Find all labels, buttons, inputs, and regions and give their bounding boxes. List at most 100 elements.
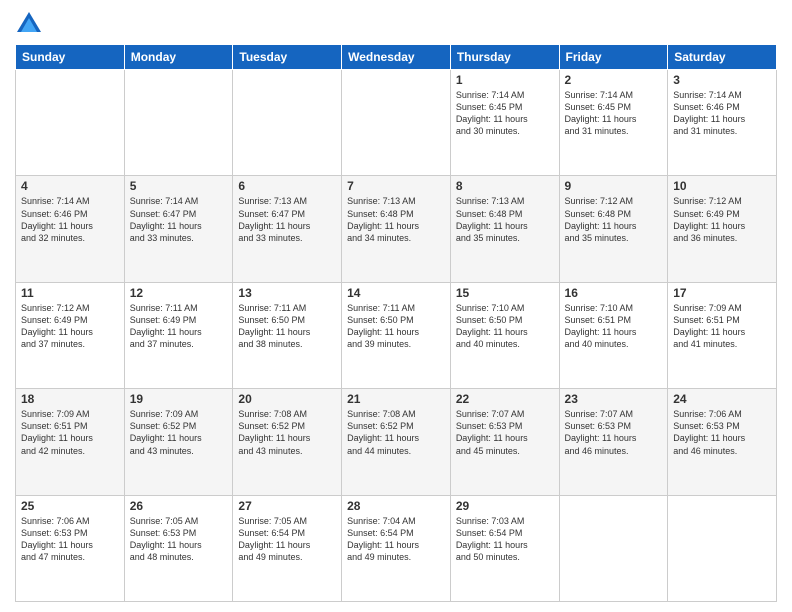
day-info: Sunrise: 7:08 AM Sunset: 6:52 PM Dayligh… <box>347 408 445 457</box>
day-number: 6 <box>238 179 336 193</box>
calendar-cell: 4 Sunrise: 7:14 AM Sunset: 6:46 PM Daylig… <box>16 176 125 282</box>
calendar-cell: 28 Sunrise: 7:04 AM Sunset: 6:54 PM Dayli… <box>342 495 451 601</box>
calendar-cell: 9Sunrise: 7:12 AM Sunset: 6:48 PM Daylig… <box>559 176 668 282</box>
day-number: 10 <box>673 179 771 193</box>
day-number: 4 <box>21 179 119 193</box>
calendar-cell: 20 Sunrise: 7:08 AM Sunset: 6:52 PM Dayli… <box>233 389 342 495</box>
day-info: Sunrise: 7:14 AM Sunset: 6:47 PM Dayligh… <box>130 195 228 244</box>
day-number: 12 <box>130 286 228 300</box>
week-row-4: 18 Sunrise: 7:09 AM Sunset: 6:51 PM Dayli… <box>16 389 777 495</box>
week-row-5: 25 Sunrise: 7:06 AM Sunset: 6:53 PM Dayli… <box>16 495 777 601</box>
calendar-cell: 19 Sunrise: 7:09 AM Sunset: 6:52 PM Dayli… <box>124 389 233 495</box>
day-info: Sunrise: 7:14 AM Sunset: 6:46 PM Dayligh… <box>673 89 771 138</box>
day-info: Sunrise: 7:07 AM Sunset: 6:53 PM Dayligh… <box>565 408 663 457</box>
day-info: Sunrise: 7:11 AM Sunset: 6:49 PM Dayligh… <box>130 302 228 351</box>
calendar-cell: 1 Sunrise: 7:14 AM Sunset: 6:45 PM Daylig… <box>450 70 559 176</box>
calendar-cell <box>342 70 451 176</box>
logo <box>15 10 47 38</box>
day-number: 25 <box>21 499 119 513</box>
calendar-cell: 11 Sunrise: 7:12 AM Sunset: 6:49 PM Dayli… <box>16 282 125 388</box>
day-number: 29 <box>456 499 554 513</box>
day-number: 15 <box>456 286 554 300</box>
day-info: Sunrise: 7:04 AM Sunset: 6:54 PM Dayligh… <box>347 515 445 564</box>
calendar-cell: 26 Sunrise: 7:05 AM Sunset: 6:53 PM Dayli… <box>124 495 233 601</box>
calendar-table: SundayMondayTuesdayWednesdayThursdayFrid… <box>15 44 777 602</box>
week-row-2: 4 Sunrise: 7:14 AM Sunset: 6:46 PM Daylig… <box>16 176 777 282</box>
day-info: Sunrise: 7:14 AM Sunset: 6:45 PM Dayligh… <box>456 89 554 138</box>
calendar-cell: 22 Sunrise: 7:07 AM Sunset: 6:53 PM Dayli… <box>450 389 559 495</box>
calendar-cell: 16 Sunrise: 7:10 AM Sunset: 6:51 PM Dayli… <box>559 282 668 388</box>
day-info: Sunrise: 7:07 AM Sunset: 6:53 PM Dayligh… <box>456 408 554 457</box>
day-info: Sunrise: 7:06 AM Sunset: 6:53 PM Dayligh… <box>21 515 119 564</box>
day-number: 24 <box>673 392 771 406</box>
calendar-cell: 10 Sunrise: 7:12 AM Sunset: 6:49 PM Dayli… <box>668 176 777 282</box>
day-number: 11 <box>21 286 119 300</box>
day-info: Sunrise: 7:14 AM Sunset: 6:46 PM Dayligh… <box>21 195 119 244</box>
day-number: 22 <box>456 392 554 406</box>
day-info: Sunrise: 7:12 AM Sunset: 6:49 PM Dayligh… <box>21 302 119 351</box>
calendar-cell: 12 Sunrise: 7:11 AM Sunset: 6:49 PM Dayli… <box>124 282 233 388</box>
day-info: Sunrise: 7:12 AM Sunset: 6:49 PM Dayligh… <box>673 195 771 244</box>
day-info: Sunrise: 7:13 AM Sunset: 6:48 PM Dayligh… <box>456 195 554 244</box>
day-number: 2 <box>565 73 663 87</box>
day-info: Sunrise: 7:13 AM Sunset: 6:48 PM Dayligh… <box>347 195 445 244</box>
calendar-cell <box>233 70 342 176</box>
day-number: 1 <box>456 73 554 87</box>
day-number: 20 <box>238 392 336 406</box>
weekday-header-thursday: Thursday <box>450 45 559 70</box>
day-info: Sunrise: 7:11 AM Sunset: 6:50 PM Dayligh… <box>347 302 445 351</box>
day-number: 21 <box>347 392 445 406</box>
calendar-cell: 5Sunrise: 7:14 AM Sunset: 6:47 PM Daylig… <box>124 176 233 282</box>
calendar-cell: 17Sunrise: 7:09 AM Sunset: 6:51 PM Dayli… <box>668 282 777 388</box>
day-info: Sunrise: 7:08 AM Sunset: 6:52 PM Dayligh… <box>238 408 336 457</box>
calendar-cell <box>124 70 233 176</box>
day-number: 14 <box>347 286 445 300</box>
header <box>15 10 777 38</box>
calendar-cell <box>559 495 668 601</box>
calendar-cell: 7 Sunrise: 7:13 AM Sunset: 6:48 PM Daylig… <box>342 176 451 282</box>
calendar-cell: 18 Sunrise: 7:09 AM Sunset: 6:51 PM Dayli… <box>16 389 125 495</box>
calendar-cell: 23 Sunrise: 7:07 AM Sunset: 6:53 PM Dayli… <box>559 389 668 495</box>
week-row-1: 1 Sunrise: 7:14 AM Sunset: 6:45 PM Daylig… <box>16 70 777 176</box>
day-number: 23 <box>565 392 663 406</box>
day-info: Sunrise: 7:14 AM Sunset: 6:45 PM Dayligh… <box>565 89 663 138</box>
page: SundayMondayTuesdayWednesdayThursdayFrid… <box>0 0 792 612</box>
calendar-cell: 8 Sunrise: 7:13 AM Sunset: 6:48 PM Daylig… <box>450 176 559 282</box>
day-info: Sunrise: 7:05 AM Sunset: 6:54 PM Dayligh… <box>238 515 336 564</box>
weekday-header-sunday: Sunday <box>16 45 125 70</box>
day-info: Sunrise: 7:13 AM Sunset: 6:47 PM Dayligh… <box>238 195 336 244</box>
calendar-cell <box>16 70 125 176</box>
day-number: 19 <box>130 392 228 406</box>
day-info: Sunrise: 7:06 AM Sunset: 6:53 PM Dayligh… <box>673 408 771 457</box>
calendar-cell: 13Sunrise: 7:11 AM Sunset: 6:50 PM Dayli… <box>233 282 342 388</box>
calendar-cell: 3 Sunrise: 7:14 AM Sunset: 6:46 PM Daylig… <box>668 70 777 176</box>
day-number: 16 <box>565 286 663 300</box>
calendar-cell: 21 Sunrise: 7:08 AM Sunset: 6:52 PM Dayli… <box>342 389 451 495</box>
day-number: 28 <box>347 499 445 513</box>
weekday-header-wednesday: Wednesday <box>342 45 451 70</box>
day-info: Sunrise: 7:09 AM Sunset: 6:51 PM Dayligh… <box>673 302 771 351</box>
weekday-header-friday: Friday <box>559 45 668 70</box>
day-number: 3 <box>673 73 771 87</box>
weekday-header-saturday: Saturday <box>668 45 777 70</box>
calendar-cell: 14 Sunrise: 7:11 AM Sunset: 6:50 PM Dayli… <box>342 282 451 388</box>
day-number: 27 <box>238 499 336 513</box>
calendar-cell: 27 Sunrise: 7:05 AM Sunset: 6:54 PM Dayli… <box>233 495 342 601</box>
day-number: 18 <box>21 392 119 406</box>
day-info: Sunrise: 7:10 AM Sunset: 6:50 PM Dayligh… <box>456 302 554 351</box>
day-info: Sunrise: 7:09 AM Sunset: 6:51 PM Dayligh… <box>21 408 119 457</box>
day-number: 7 <box>347 179 445 193</box>
weekday-header-tuesday: Tuesday <box>233 45 342 70</box>
day-number: 8 <box>456 179 554 193</box>
day-info: Sunrise: 7:11 AM Sunset: 6:50 PM Dayligh… <box>238 302 336 351</box>
calendar-cell: 29 Sunrise: 7:03 AM Sunset: 6:54 PM Dayli… <box>450 495 559 601</box>
day-info: Sunrise: 7:12 AM Sunset: 6:48 PM Dayligh… <box>565 195 663 244</box>
weekday-header-monday: Monday <box>124 45 233 70</box>
day-info: Sunrise: 7:10 AM Sunset: 6:51 PM Dayligh… <box>565 302 663 351</box>
day-info: Sunrise: 7:03 AM Sunset: 6:54 PM Dayligh… <box>456 515 554 564</box>
day-info: Sunrise: 7:09 AM Sunset: 6:52 PM Dayligh… <box>130 408 228 457</box>
calendar-cell: 25 Sunrise: 7:06 AM Sunset: 6:53 PM Dayli… <box>16 495 125 601</box>
day-number: 26 <box>130 499 228 513</box>
day-info: Sunrise: 7:05 AM Sunset: 6:53 PM Dayligh… <box>130 515 228 564</box>
calendar-cell <box>668 495 777 601</box>
